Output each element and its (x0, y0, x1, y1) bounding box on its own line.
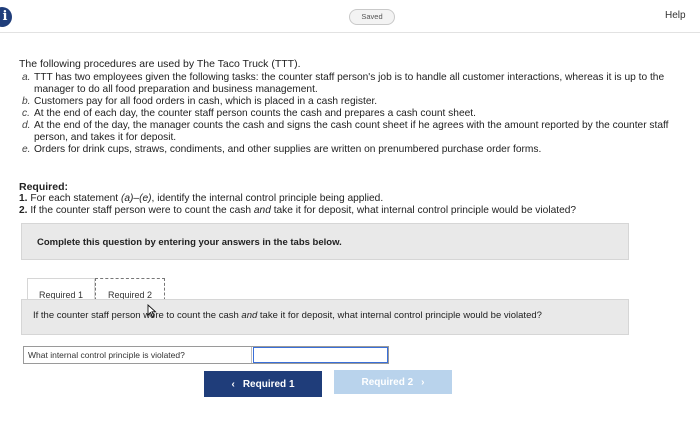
chevron-left-icon: ‹ (231, 378, 235, 390)
question-text-italic: and (241, 310, 258, 321)
statement-letter: b. (22, 96, 31, 107)
answer-row: What internal control principle is viola… (23, 346, 389, 364)
required-italic: (a) (120, 193, 134, 204)
answer-label: What internal control principle is viola… (24, 347, 252, 363)
statement-c: c. At the end of each day, the counter s… (22, 108, 690, 120)
instruction-box: Complete this question by entering your … (21, 223, 629, 260)
header-divider (0, 32, 700, 33)
previous-required-button[interactable]: ‹ Required 1 (204, 371, 322, 397)
required-number: 2. (19, 205, 28, 216)
saved-status-badge: Saved (349, 9, 395, 25)
required-heading: Required: (19, 181, 69, 193)
statement-b: b. Customers pay for all food orders in … (22, 96, 690, 108)
next-button-label: Required 2 (361, 376, 414, 388)
statement-letter: c. (22, 108, 30, 119)
statement-a: a. TTT has two employees given the follo… (22, 72, 690, 96)
question-text-end: take it for deposit, what internal contr… (257, 310, 542, 321)
problem-intro: The following procedures are used by The… (19, 58, 301, 70)
required-italic: and (253, 205, 271, 216)
required-text: take it for deposit, what internal contr… (270, 205, 577, 216)
help-link[interactable]: Help (665, 10, 686, 21)
statement-text: At the end of each day, the counter staf… (34, 108, 476, 119)
statement-text: Orders for drink cups, straws, condiment… (34, 144, 542, 155)
statement-letter: d. (22, 120, 31, 131)
statement-text: Customers pay for all food orders in cas… (34, 96, 378, 107)
required-text: , identify the internal control principl… (151, 193, 384, 204)
chevron-right-icon: › (421, 376, 425, 388)
question-panel: If the counter staff person were to coun… (21, 299, 629, 335)
question-text-start: If the counter staff person were to coun… (33, 310, 242, 321)
statement-letter: a. (22, 72, 31, 83)
statement-e: e. Orders for drink cups, straws, condim… (22, 144, 690, 156)
statement-letter: e. (22, 144, 31, 155)
required-text: If the counter staff person were to coun… (30, 205, 254, 216)
statement-d: d. At the end of the day, the manager co… (22, 120, 690, 144)
required-number: 1. (19, 193, 28, 204)
next-required-button[interactable]: Required 2 › (334, 370, 452, 394)
mouse-cursor-icon (147, 304, 157, 318)
answer-input[interactable] (253, 347, 388, 363)
required-item-2: 2. If the counter staff person were to c… (19, 205, 689, 217)
previous-button-label: Required 1 (242, 378, 295, 390)
required-item-1: 1. For each statement (a)–(e), identify … (19, 193, 689, 205)
statement-text: At the end of the day, the manager count… (34, 120, 669, 143)
info-icon[interactable]: i (0, 7, 12, 27)
question-text: If the counter staff person were to coun… (33, 310, 542, 321)
required-italic: (e) (139, 193, 152, 204)
statement-text: TTT has two employees given the followin… (34, 72, 665, 95)
statement-list: a. TTT has two employees given the follo… (22, 72, 690, 156)
required-list: 1. For each statement (a)–(e), identify … (19, 193, 689, 217)
instruction-text: Complete this question by entering your … (37, 237, 342, 248)
required-text: For each statement (30, 193, 121, 204)
